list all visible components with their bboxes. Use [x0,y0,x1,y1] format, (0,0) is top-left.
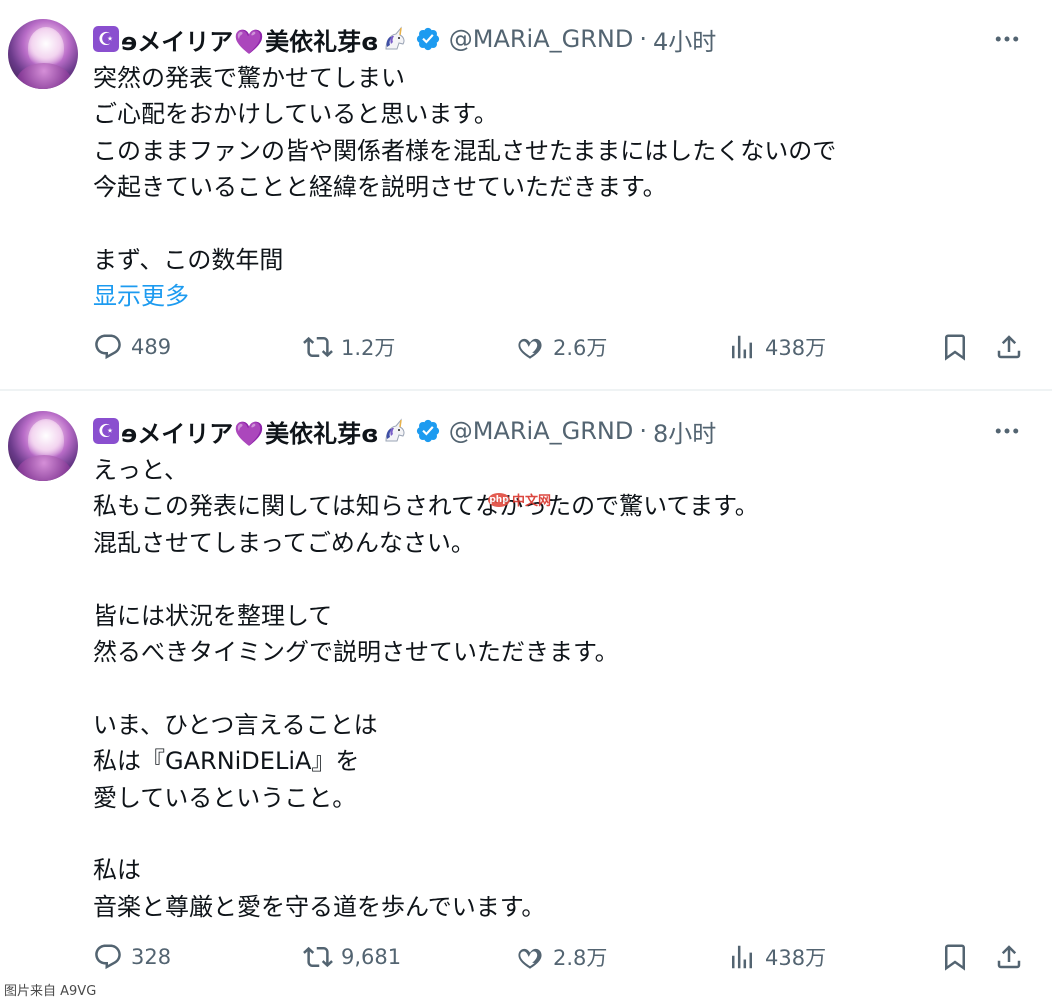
tweet-line: 私は [93,856,141,885]
heart-icon [518,948,542,969]
unicorn-icon [381,25,409,53]
tweet-line: まず、この数年間 [93,245,284,274]
show-more-link[interactable]: 显示更多 [93,278,1013,314]
repost-button[interactable]: 9,681 [303,942,401,972]
repost-icon [303,336,333,358]
like-button[interactable]: 2.6万 [515,332,607,362]
more-options-icon[interactable] [992,24,1022,54]
share-icon [997,335,1021,359]
display-name[interactable]: ɘメイリア💜美依礼芽ɞ [121,22,379,57]
more-options-icon[interactable] [992,416,1022,446]
tweet-line: このままファンの皆や関係者様を混乱させたままにはしたくないので [93,136,837,165]
like-button[interactable]: 2.8万 [515,942,607,972]
reply-button[interactable]: 328 [93,942,171,972]
share-button[interactable] [994,332,1032,362]
tweet-header: ☪ ɘメイリア💜美依礼芽ɞ @MARiA_GRND · 4小时 [93,22,716,56]
tweet-line: 私もこの発表に関しては知らされてなかったので驚いてます。 [93,492,759,521]
separator-dot: · [639,417,647,445]
separator-dot: · [639,25,647,53]
tweet-line [93,206,1013,242]
avatar[interactable] [8,19,78,89]
tweet-line: 私は『GARNiDELiA』を [93,747,360,776]
tweet-line: ご心配をおかけしていると思います。 [93,100,498,129]
author-handle[interactable]: @MARiA_GRND [449,417,634,445]
tweet-text: えっと、 私もこの発表に関しては知らされてなかったので驚いてます。 混乱させてし… [93,452,1013,925]
tweet-actions: 328 9,681 2.8万 438万 [0,942,1052,982]
repost-count: 9,681 [341,945,402,969]
verified-badge-icon [416,419,439,443]
tweet-actions: 489 1.2万 2.6万 438万 [0,332,1052,372]
reply-button[interactable]: 489 [93,332,171,362]
unicorn-icon [381,417,409,445]
tweet-line [93,670,1013,706]
views-chart-icon [732,945,752,969]
tweet-line: 愛しているということ。 [93,783,357,812]
purple-heart-icon: 💜 [234,419,265,448]
tweet-line: いま、ひとつ言えることは [93,710,378,739]
tweet-line: 然るべきタイミングで説明させていただきます。 [93,637,619,666]
like-count: 2.6万 [553,336,608,360]
share-icon [997,945,1021,969]
display-name-suffix: 美依礼芽ɞ [265,419,379,448]
display-name-suffix: 美依礼芽ɞ [265,27,379,56]
bookmark-icon [945,334,965,361]
like-count: 2.8万 [553,946,608,970]
reply-icon [95,944,121,970]
heart-icon [518,338,542,359]
reply-icon [95,334,121,360]
bookmark-icon [945,944,965,971]
tweet-line: 皆には状況を整理して [93,601,333,630]
watermark-text: 中文网 [512,494,552,509]
bookmark-button[interactable] [940,942,978,972]
tweet-line [93,816,1013,852]
display-name-prefix: ɘメイリア [121,419,234,448]
tweet-line: えっと、 [93,456,189,484]
purple-heart-icon: 💜 [234,27,265,56]
views-button[interactable]: 438万 [727,332,826,362]
tweet[interactable]: ☪ ɘメイリア💜美依礼芽ɞ @MARiA_GRND · 4小时 突然の発表で驚か… [0,0,1052,390]
display-name[interactable]: ɘメイリア💜美依礼芽ɞ [121,414,379,449]
image-credit: 图片来自 A9VG [4,984,97,999]
display-name-prefix: ɘメイリア [121,27,234,56]
repost-button[interactable]: 1.2万 [303,332,395,362]
reply-count: 489 [131,335,172,359]
view-count: 438万 [765,336,827,360]
tweet[interactable]: ☪ ɘメイリア💜美依礼芽ɞ @MARiA_GRND · 8小时 えっと、 私もこ… [0,392,1052,1000]
tweet-line [93,561,1013,597]
tweet-line: 今起きていることと経緯を説明させていただきます。 [93,173,667,202]
author-handle[interactable]: @MARiA_GRND [449,25,634,53]
tweet-text: 突然の発表で驚かせてしまい ご心配をおかけしていると思います。 このままファンの… [93,60,1013,315]
tweet-divider [0,389,1052,391]
moon-badge-icon: ☪ [93,418,119,444]
tweet-line: 混乱させてしまってごめんなさい。 [93,528,475,557]
watermark: php 中文网 [488,490,551,509]
repost-count: 1.2万 [341,336,396,360]
tweet-line: 音楽と尊厳と愛を守る道を歩んでいます。 [93,892,546,921]
php-logo-icon: php [488,492,510,507]
moon-badge-icon: ☪ [93,26,119,52]
reply-count: 328 [131,945,172,969]
repost-icon [303,946,333,968]
bookmark-button[interactable] [940,332,978,362]
view-count: 438万 [765,946,827,970]
views-button[interactable]: 438万 [727,942,826,972]
timestamp[interactable]: 8小时 [653,414,716,449]
tweet-line: 突然の発表で驚かせてしまい [93,64,405,92]
verified-badge-icon [416,27,439,51]
tweet-header: ☪ ɘメイリア💜美依礼芽ɞ @MARiA_GRND · 8小时 [93,414,716,448]
share-button[interactable] [994,942,1032,972]
timestamp[interactable]: 4小时 [653,22,716,57]
avatar[interactable] [8,411,78,481]
views-chart-icon [732,335,752,359]
